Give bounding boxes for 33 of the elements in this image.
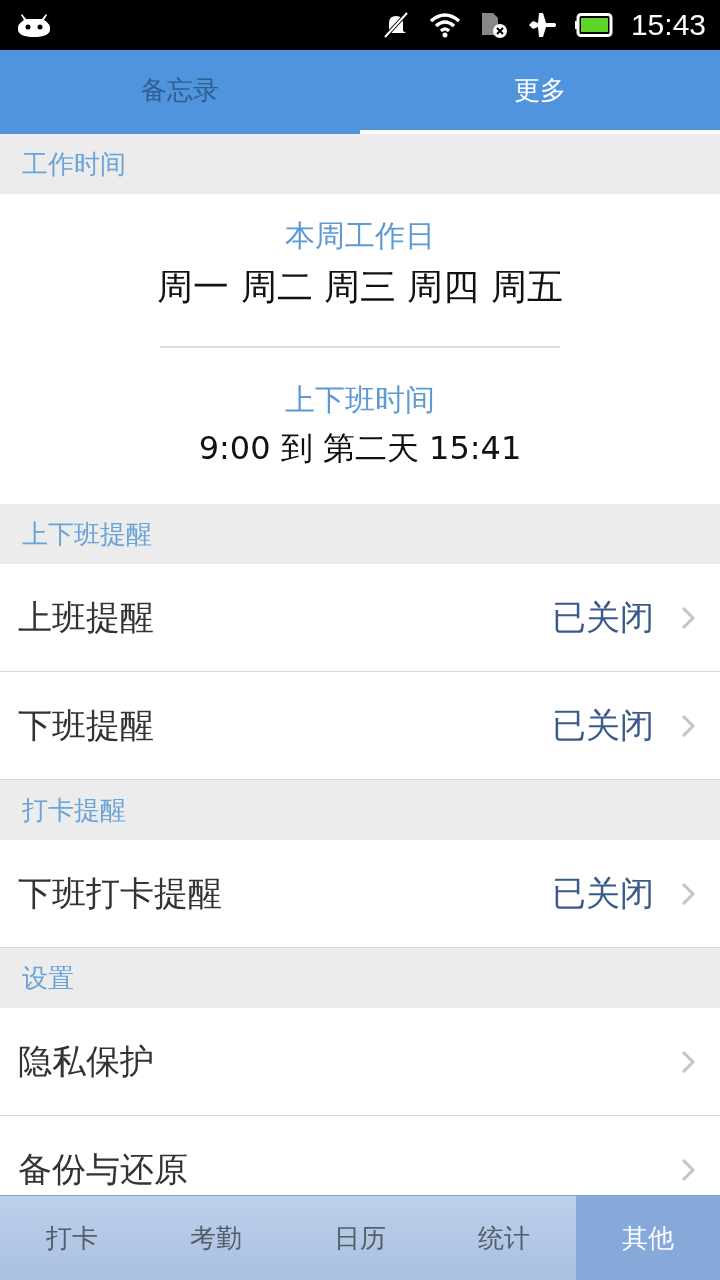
row-value: 已关闭 bbox=[552, 871, 654, 915]
row-label: 备份与还原 bbox=[18, 1147, 189, 1191]
row-label: 下班提醒 bbox=[18, 703, 155, 747]
top-tab[interactable]: 备忘录 bbox=[0, 50, 360, 134]
chevron-right-icon bbox=[680, 604, 696, 631]
bottom-nav-tab[interactable]: 打卡 bbox=[0, 1196, 144, 1280]
battery-icon bbox=[574, 13, 613, 37]
section-header: 设置 bbox=[0, 948, 720, 1008]
section-header: 打卡提醒 bbox=[0, 780, 720, 840]
wifi-icon bbox=[428, 12, 461, 38]
row-value: 已关闭 bbox=[552, 703, 654, 747]
status-time: 15:43 bbox=[630, 8, 706, 42]
bottom-nav-tab[interactable]: 考勤 bbox=[144, 1196, 288, 1280]
bottom-nav-tab[interactable]: 日历 bbox=[288, 1196, 432, 1280]
settings-row[interactable]: 上班提醒 已关闭 bbox=[0, 564, 720, 672]
section-header: 工作时间 bbox=[0, 134, 720, 194]
hours-label: 上下班时间 bbox=[285, 381, 435, 419]
row-value: 已关闭 bbox=[552, 595, 654, 639]
chevron-right-icon bbox=[680, 880, 696, 907]
chevron-right-icon bbox=[680, 1156, 696, 1183]
workdays-label: 本周工作日 bbox=[285, 217, 435, 255]
android-icon bbox=[16, 12, 52, 38]
chevron-right-icon bbox=[680, 712, 696, 739]
bottom-nav-tab[interactable]: 统计 bbox=[432, 1196, 576, 1280]
section-header: 上下班提醒 bbox=[0, 504, 720, 564]
hours-value: 9:00 到 第二天 15:41 bbox=[198, 428, 522, 469]
row-label: 上班提醒 bbox=[18, 595, 155, 639]
bottom-nav-tab[interactable]: 其他 bbox=[576, 1196, 720, 1280]
row-label: 隐私保护 bbox=[18, 1039, 155, 1083]
settings-row[interactable]: 隐私保护 bbox=[0, 1008, 720, 1116]
row-label: 下班打卡提醒 bbox=[18, 871, 223, 915]
workdays-value: 周一 周二 周三 周四 周五 bbox=[157, 265, 563, 309]
chevron-right-icon bbox=[680, 1048, 696, 1075]
